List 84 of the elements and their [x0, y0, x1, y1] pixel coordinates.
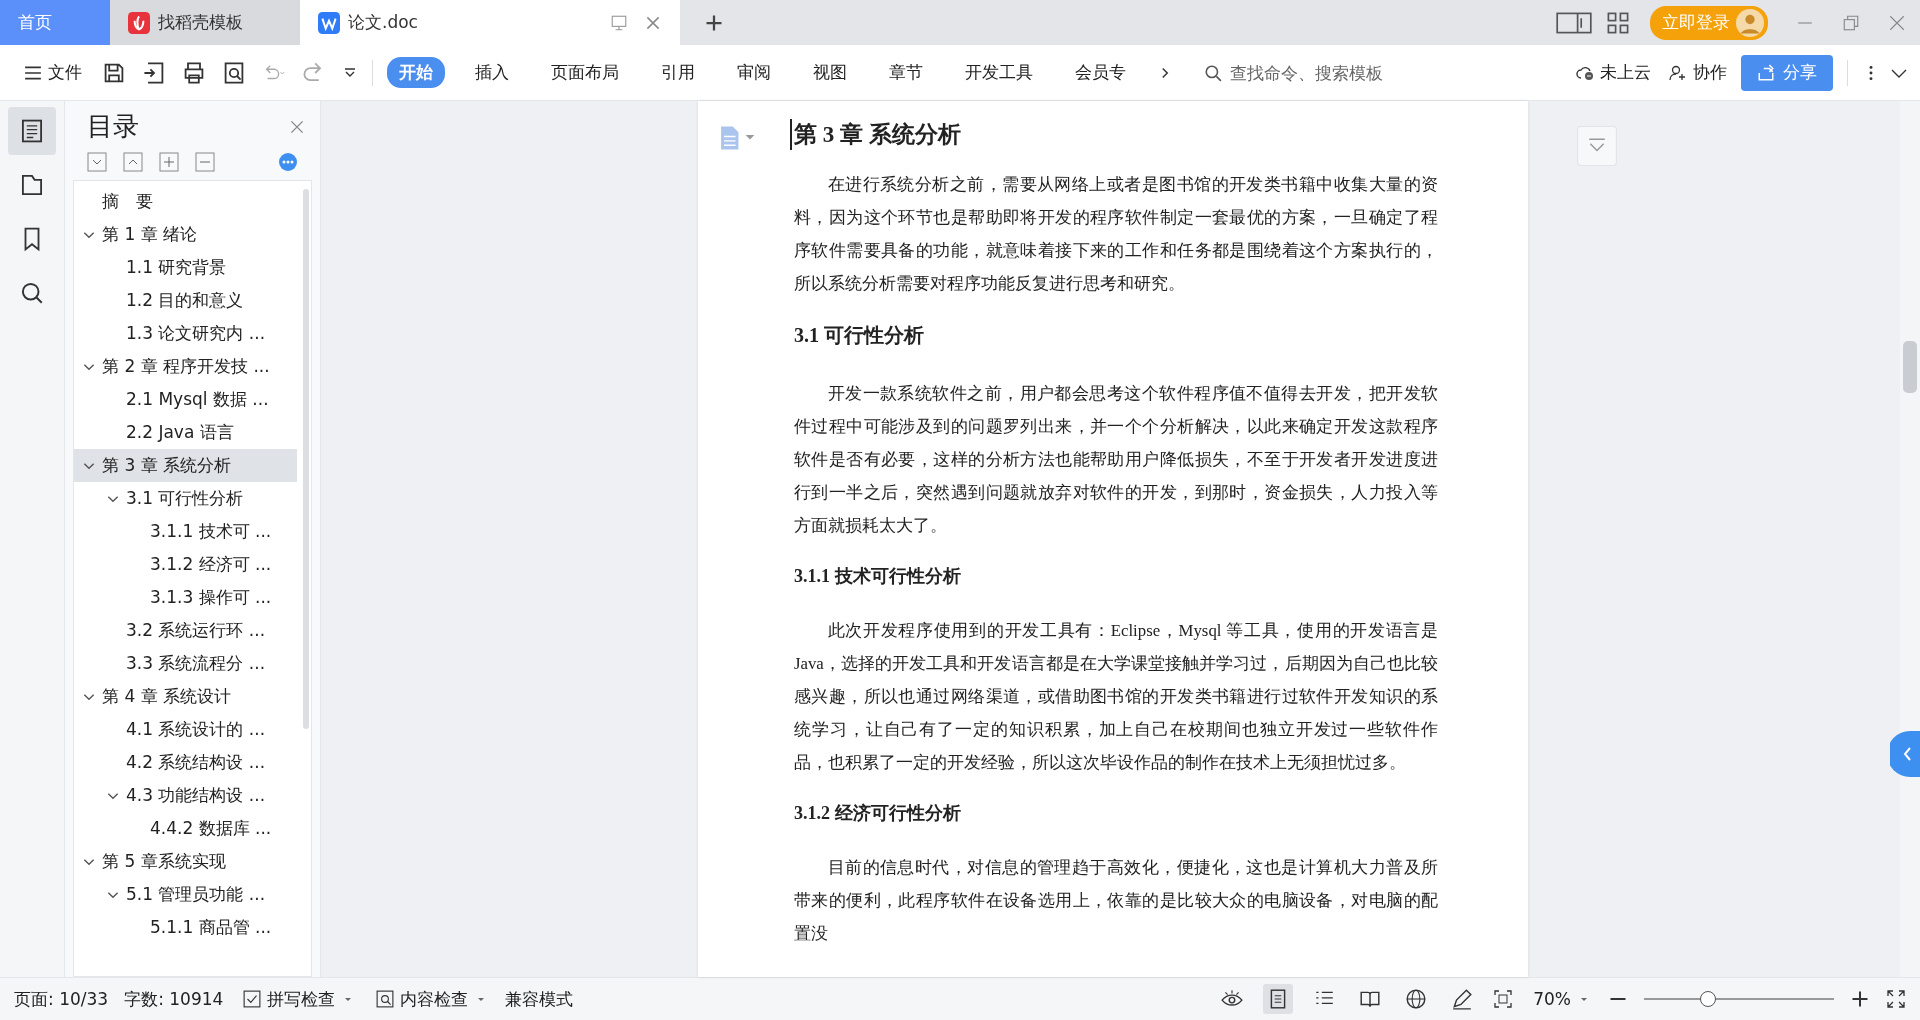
monitor-icon[interactable] [610, 13, 628, 32]
outline-item[interactable]: 2.2 Java 语言 [74, 416, 297, 449]
panel-title: 目录 [87, 110, 139, 143]
outline-item[interactable]: 3.1.3 操作可 ... [74, 581, 297, 614]
slider-thumb[interactable] [1699, 991, 1716, 1007]
sidebar-button[interactable] [8, 107, 56, 155]
grid-icon[interactable] [1606, 10, 1630, 35]
caret-icon [1580, 995, 1588, 1003]
close-icon[interactable] [1888, 13, 1906, 32]
outline-item[interactable]: 3.3 系统流程分 ... [74, 647, 297, 680]
cloud-status-button[interactable]: 未上云 [1572, 61, 1655, 84]
ribbon-tab[interactable]: 开发工具 [953, 57, 1045, 88]
layout-icon[interactable] [1556, 10, 1592, 35]
outline-item[interactable]: 1.2 目的和意义 [74, 284, 297, 317]
expand-panel-icon[interactable] [1890, 731, 1920, 777]
ribbon-tab[interactable]: 会员专 [1063, 57, 1138, 88]
outline-item[interactable]: 3.1.2 经济可 ... [74, 548, 297, 581]
outline-item[interactable]: 第 4 章 系统设计 [74, 680, 297, 713]
body-paragraph: 开发一款系统软件之前，用户都会思考这个软件程序值不值得去开发，把开发软件过程中可能涉及到的问题罗列出来，并一个个分析解决，以此来确定开发这款程序软件是否有必要，这样的分析方法也能帮助用户降低损失，不至于开发者开发进度进行到一半之后，突然遇到问题就放弃对软件的开发，到那时，资金损失，人力投入等方面就损耗太大了。 [794, 383, 1438, 537]
chapter-heading: 第 3 章 系统分析 [790, 119, 961, 150]
avatar-icon [1736, 8, 1764, 37]
outline-item[interactable]: 1.1 研究背景 [74, 251, 297, 284]
body-paragraph: 在进行系统分析之前，需要从网络上或者是图书馆的开发类书籍中收集大量的资料，因为这个环节也是帮助即将开发的程序软件制定一套最优的方案，一旦确定了程序软件需要具备的功能，就意味着接下来的工作和任务都是围绕着这个方案执行的，所以系统分析需要对程序功能反复进行思考和研究。 [794, 174, 1438, 295]
pen-icon [1451, 988, 1474, 1010]
share-icon [1757, 63, 1775, 82]
outline-item[interactable]: 3.1 可行性分析 [74, 482, 297, 515]
collaborate-button[interactable]: 协作 [1665, 61, 1731, 84]
outline-item[interactable]: 4.2 系统结构设 ... [74, 746, 297, 779]
outline-item[interactable]: 5.1 管理员功能 ... [74, 878, 297, 911]
outline-item[interactable]: 第 5 章系统实现 [74, 845, 297, 878]
page-count[interactable]: 页面: 10/33 [14, 987, 109, 1011]
outline-item[interactable]: 摘 要 [74, 185, 297, 218]
subsection-heading: 3.1.1 技术可行性分析 [794, 565, 962, 588]
search-icon [19, 280, 45, 306]
file-menu[interactable]: 文件 [20, 61, 86, 84]
print-icon[interactable] [182, 60, 206, 85]
add-user-icon [1669, 63, 1687, 82]
ribbon-tab[interactable]: 页面布局 [539, 57, 631, 88]
w-logo-icon [318, 11, 340, 34]
zoom-level-dropdown[interactable]: 70% [1529, 989, 1592, 1009]
word-count[interactable]: 字数: 10914 [124, 987, 224, 1011]
body-paragraph: 目前的信息时代，对信息的管理趋于高效化，便捷化，这也是计算机大力普及所带来的便利，此程序软件在设备选用上，依靠的是比较大众的电脑设备，对电脑的配置没 [794, 857, 1438, 945]
command-search-field[interactable]: 查找命令、搜索模板 [1204, 61, 1432, 84]
outline-item[interactable]: 5.1.1 商品管 ... [74, 911, 297, 944]
globe-icon [1405, 988, 1428, 1010]
checkbox-icon [243, 990, 262, 1008]
document-search-icon [376, 990, 395, 1008]
outline-item[interactable]: 4.3 功能结构设 ... [74, 779, 297, 812]
list-icon [19, 118, 45, 144]
zoom-in-icon[interactable] [1850, 989, 1870, 1009]
fullscreen-icon[interactable] [1886, 989, 1906, 1009]
ribbon-tab[interactable]: 引用 [649, 57, 707, 88]
search-icon [1204, 63, 1222, 82]
outline-item[interactable]: 第 2 章 程序开发技 ... [74, 350, 297, 383]
scrollbar-thumb[interactable] [303, 189, 309, 729]
export-icon[interactable] [142, 60, 166, 85]
ribbon-tab[interactable]: 章节 [877, 57, 935, 88]
ribbon-tab[interactable]: 审阅 [725, 57, 783, 88]
scrollbar-thumb[interactable] [1903, 341, 1917, 393]
outline-item[interactable]: 2.1 Mysql 数据 ... [74, 383, 297, 416]
compatibility-mode: 兼容模式 [505, 987, 574, 1011]
outline-item[interactable]: 3.2 系统运行环 ... [74, 614, 297, 647]
spell-check-button[interactable]: 拼写检查 [239, 987, 357, 1011]
ribbon-tab[interactable]: 插入 [463, 57, 521, 88]
outline-item[interactable]: 第 3 章 系统分析 [74, 449, 297, 482]
restore-icon[interactable] [1842, 13, 1860, 32]
body-paragraph: 此次开发程序使用到的开发工具有：Eclipse，Mysql 等工具，使用的开发语言是Java，选择的开发工具和开发语言都是在大学课堂接触并学习过，后期因为自己也比较感兴趣，所以也通过网络渠道，或借助图书馆的开发类书籍进行过软件开发知识的系统学习，让自己有了一定的知识积累，加上自己在校期间也独立开发过一些软件作品，也积累了一定的开发经验，所以这次毕设作品的制作在技术上无须担忧过多。 [794, 620, 1438, 774]
ribbon-tab[interactable]: 视图 [801, 57, 859, 88]
fit-page-icon[interactable] [1493, 989, 1514, 1009]
document-tab[interactable]: 论文.doc [300, 0, 680, 45]
leaf-logo-icon [128, 11, 150, 34]
subsection-heading: 3.1.2 经济可行性分析 [794, 802, 962, 825]
caret-icon [477, 995, 486, 1003]
outline-item[interactable]: 1.3 论文研究内 ... [74, 317, 297, 350]
outline-item[interactable]: 3.1.1 技术可 ... [74, 515, 297, 548]
section-heading: 3.1 可行性分析 [794, 323, 925, 348]
caret-icon [344, 995, 353, 1003]
document-tab[interactable]: 找稻壳模板 [110, 0, 300, 45]
outline-item[interactable]: 4.1 系统设计的 ... [74, 713, 297, 746]
outline-item[interactable]: 4.4.2 数据库 ... [74, 812, 297, 845]
preview-icon[interactable] [222, 60, 246, 85]
outline-item[interactable]: 第 1 章 绪论 [74, 218, 297, 251]
view-mode-button[interactable] [1263, 984, 1294, 1014]
content-check-button[interactable]: 内容检查 [372, 987, 490, 1011]
